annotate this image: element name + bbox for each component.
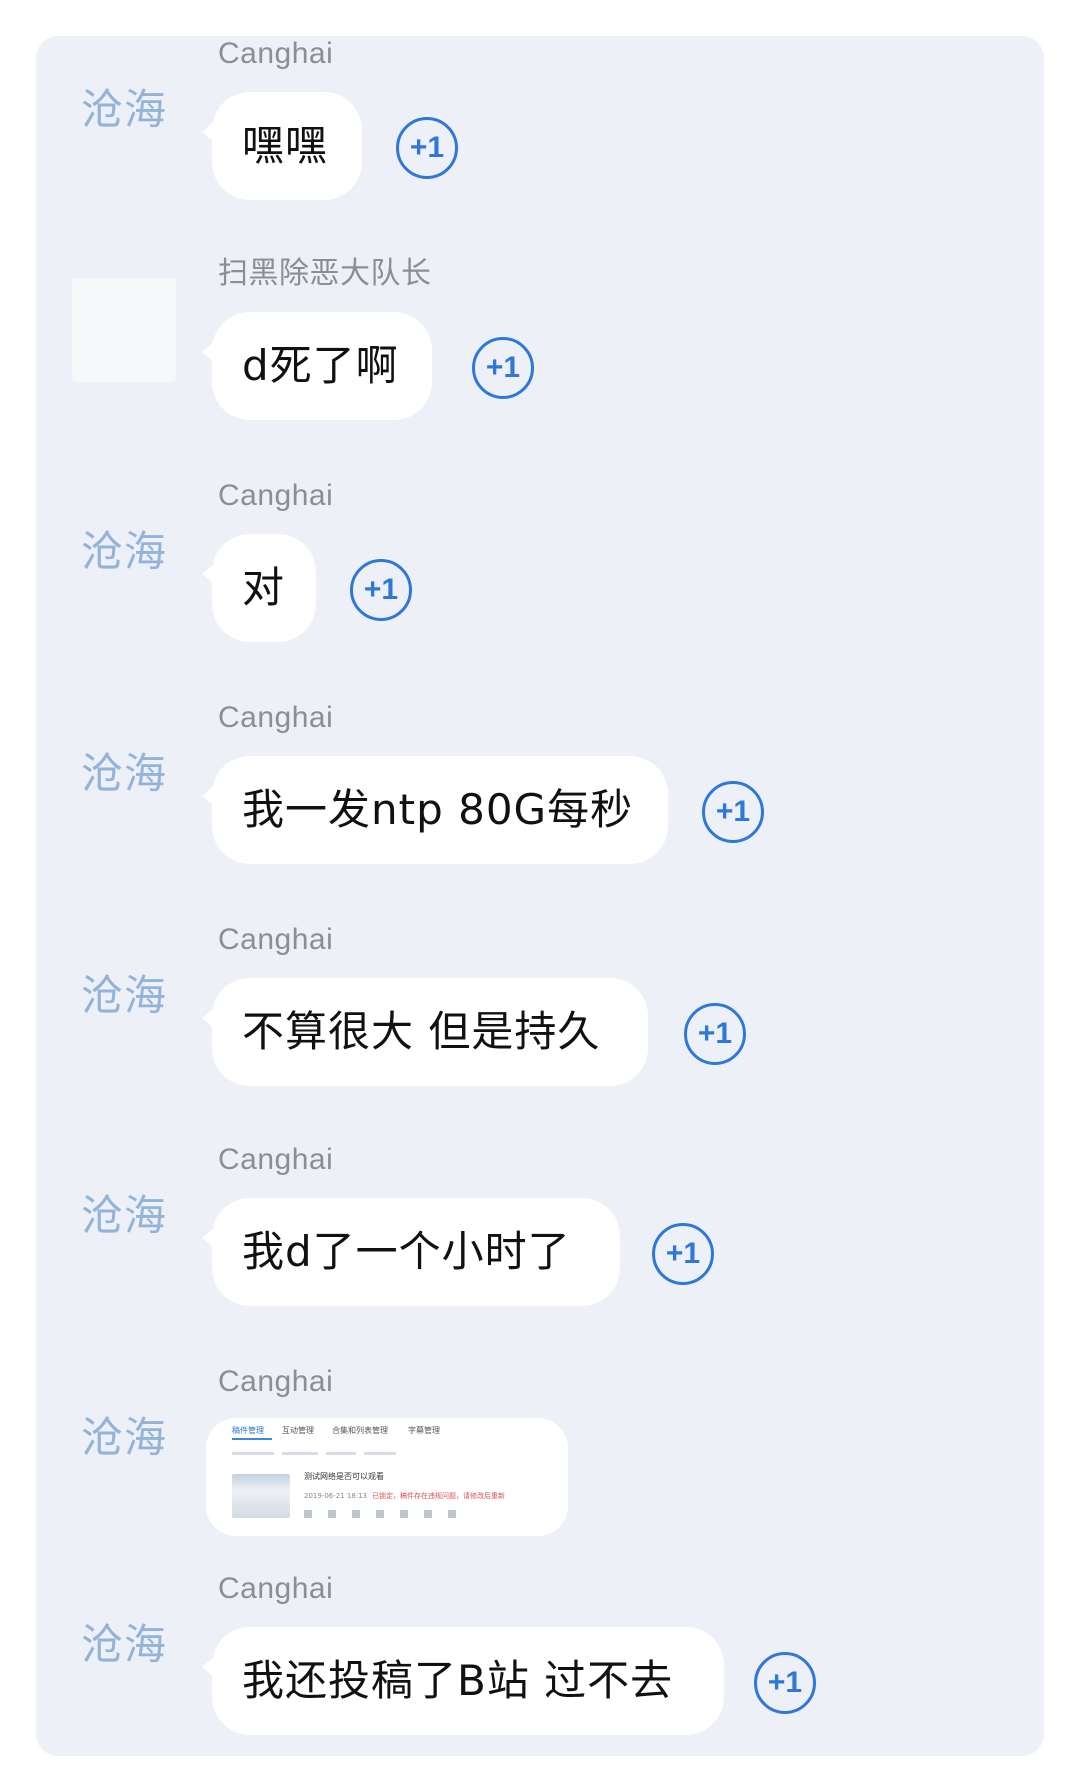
sender-name: Canghai [218, 1143, 334, 1176]
message-bubble[interactable]: d死了啊 [202, 312, 432, 420]
message-row: 沧海 Canghai 不算很大 但是持久 +1 [36, 922, 1044, 1122]
video-stats-icons [304, 1510, 464, 1518]
video-warning: 已锁定，稿件存在违规问题，请修改后重新 [372, 1492, 505, 1500]
avatar[interactable]: 沧海 [72, 722, 176, 826]
thumb-filter [326, 1452, 356, 1455]
plus-one-button[interactable]: +1 [396, 117, 458, 179]
plus-one-button[interactable]: +1 [472, 337, 534, 399]
chat-screen: 沧海 Canghai 嘿嘿 +1 扫黑除恶大队长 d死了啊 +1 沧海 Cang… [36, 36, 1044, 1756]
sender-name: Canghai [218, 1365, 334, 1398]
avatar[interactable]: 沧海 [72, 500, 176, 604]
video-cover-image [232, 1474, 290, 1518]
thumb-filter [282, 1452, 318, 1455]
sender-name: Canghai [218, 479, 334, 512]
sender-name: Canghai [218, 923, 334, 956]
thumb-tab: 互动管理 [282, 1426, 314, 1435]
video-title: 测试网络是否可以观看 [304, 1472, 384, 1481]
video-date: 2019-06-21 18:13 [304, 1492, 368, 1500]
thumb-tab: 合集和列表管理 [332, 1426, 388, 1435]
plus-one-button[interactable]: +1 [684, 1003, 746, 1065]
plus-one-button[interactable]: +1 [350, 559, 412, 621]
message-row: 沧海 Canghai 对 +1 [36, 478, 1044, 678]
message-bubble[interactable]: 我一发ntp 80G每秒 [202, 756, 668, 864]
avatar[interactable]: 沧海 [72, 1164, 176, 1268]
message-bubble[interactable]: 我还投稿了B站 过不去 [202, 1627, 724, 1735]
image-message[interactable]: 稿件管理 互动管理 合集和列表管理 字幕管理 测试网络是否可以观看 2019-0… [206, 1418, 568, 1536]
plus-one-button[interactable]: +1 [702, 781, 764, 843]
avatar[interactable]: 沧海 [72, 58, 176, 162]
message-row: 沧海 Canghai 我一发ntp 80G每秒 +1 [36, 700, 1044, 900]
thumb-tab: 字幕管理 [408, 1426, 440, 1435]
sender-name: Canghai [218, 37, 334, 70]
message-bubble[interactable]: 我d了一个小时了 [202, 1198, 620, 1306]
plus-one-button[interactable]: +1 [754, 1652, 816, 1714]
message-row: 沧海 Canghai 我d了一个小时了 +1 [36, 1142, 1044, 1342]
message-feed: 沧海 Canghai 嘿嘿 +1 扫黑除恶大队长 d死了啊 +1 沧海 Cang… [36, 36, 1044, 1756]
active-tab-underline [232, 1438, 272, 1440]
message-row: 沧海 Canghai 我还投稿了B站 过不去 +1 [36, 1571, 1044, 1756]
message-row: 扫黑除恶大队长 d死了啊 +1 [36, 256, 1044, 456]
message-row: 沧海 Canghai 嘿嘿 +1 [36, 36, 1044, 236]
message-bubble[interactable]: 嘿嘿 [202, 92, 362, 200]
avatar[interactable] [72, 278, 176, 382]
message-bubble[interactable]: 不算很大 但是持久 [202, 978, 648, 1086]
thumb-filter [364, 1452, 396, 1455]
thumb-filter [232, 1452, 274, 1455]
sender-name: Canghai [218, 1572, 334, 1605]
sender-name: Canghai [218, 701, 334, 734]
thumb-tab: 稿件管理 [232, 1426, 264, 1435]
message-bubble[interactable]: 对 [202, 534, 316, 642]
message-row: 沧海 Canghai 稿件管理 互动管理 合集和列表管理 字幕管理 测试网络是否… [36, 1364, 1044, 1564]
avatar[interactable]: 沧海 [72, 944, 176, 1048]
avatar[interactable]: 沧海 [72, 1593, 176, 1697]
avatar[interactable]: 沧海 [72, 1386, 176, 1490]
sender-name: 扫黑除恶大队长 [218, 257, 432, 290]
screenshot-thumbnail: 稿件管理 互动管理 合集和列表管理 字幕管理 测试网络是否可以观看 2019-0… [232, 1426, 542, 1528]
plus-one-button[interactable]: +1 [652, 1223, 714, 1285]
